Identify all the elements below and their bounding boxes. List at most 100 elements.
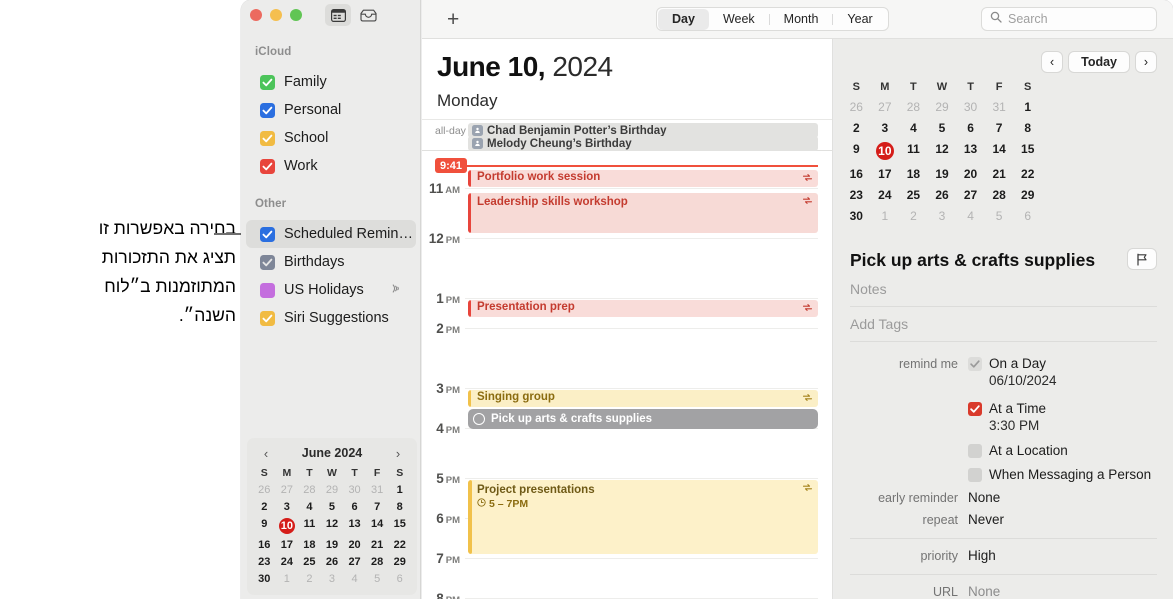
add-event-button[interactable]: + [447,8,459,32]
at-a-location-checkbox[interactable] [968,444,982,458]
calendar-day[interactable]: 6 [343,499,366,515]
search-field[interactable]: Search [981,7,1157,31]
calendar-day[interactable]: 8 [388,499,411,515]
calendar-day[interactable]: 12 [928,139,957,162]
calendar-day[interactable]: 11 [298,516,321,536]
tab-week[interactable]: Week [709,9,769,30]
calendar-day[interactable]: 3 [276,499,299,515]
calendar-day[interactable]: 4 [343,571,366,587]
calendar-day[interactable]: 13 [956,139,985,162]
calendar-day[interactable]: 28 [366,554,389,570]
at-a-time-value[interactable]: 3:30 PM [968,418,1046,433]
all-day-event[interactable]: Melody Cheung’s Birthday [468,136,818,151]
sidebar-item-birthdays[interactable]: Birthdays [246,248,416,276]
calendar-day[interactable]: 11 [899,139,928,162]
siri-suggestions-checkbox[interactable] [260,310,275,326]
sidebar-item-work[interactable]: Work [246,152,416,180]
on-a-day-checkbox[interactable] [968,357,982,371]
zoom-button[interactable] [290,9,302,21]
when-messaging-option[interactable]: When Messaging a Person [968,467,1151,482]
calendar-day[interactable]: 29 [321,482,344,498]
at-a-time-checkbox[interactable] [968,402,982,416]
calendar-day[interactable]: 28 [298,482,321,498]
us-holidays-checkbox[interactable] [260,282,275,298]
calendar-day[interactable]: 26 [928,185,957,204]
calendar-day[interactable]: 22 [1013,164,1042,183]
calendar-day[interactable]: 7 [985,118,1014,137]
calendar-day[interactable]: 16 [842,164,871,183]
calendar-day[interactable]: 6 [1013,206,1042,225]
event-leadership-skills-workshop[interactable]: Leadership skills workshop [468,193,818,233]
calendar-day[interactable]: 13 [343,516,366,536]
calendar-day-today[interactable]: 10 [276,516,299,536]
work-checkbox[interactable] [260,158,275,174]
calendar-day[interactable]: 29 [1013,185,1042,204]
calendar-day[interactable]: 4 [298,499,321,515]
calendar-day[interactable]: 7 [366,499,389,515]
notes-field[interactable]: Notes [850,271,1157,307]
mini-calendar-next-button[interactable]: › [391,446,405,461]
calendar-day[interactable]: 24 [276,554,299,570]
tab-year[interactable]: Year [833,9,886,30]
scheduled-reminders-checkbox[interactable] [260,226,275,242]
personal-checkbox[interactable] [260,102,275,118]
sidebar-item-siri-suggestions[interactable]: Siri Suggestions [246,304,416,332]
calendar-day[interactable]: 15 [1013,139,1042,162]
calendar-day[interactable]: 3 [928,206,957,225]
sidebar-item-scheduled-reminders[interactable]: Scheduled Remin… [246,220,416,248]
tab-month[interactable]: Month [770,9,833,30]
calendar-day[interactable]: 20 [343,537,366,553]
event-portfolio-work-session[interactable]: Portfolio work session [468,170,818,187]
url-value[interactable]: None [968,584,1000,599]
calendar-day[interactable]: 26 [253,482,276,498]
calendar-day[interactable]: 20 [956,164,985,183]
at-a-location-option[interactable]: At a Location [968,443,1068,458]
priority-value[interactable]: High [968,548,996,563]
calendar-day[interactable]: 1 [276,571,299,587]
calendar-day[interactable]: 12 [321,516,344,536]
calendar-day[interactable]: 29 [388,554,411,570]
calendar-day[interactable]: 29 [928,97,957,116]
family-checkbox[interactable] [260,74,275,90]
calendar-day[interactable]: 30 [253,571,276,587]
event-singing-group[interactable]: Singing group [468,390,818,407]
calendar-day[interactable]: 19 [928,164,957,183]
sidebar-item-personal[interactable]: Personal [246,96,416,124]
calendar-day[interactable]: 22 [388,537,411,553]
calendar-day[interactable]: 5 [928,118,957,137]
calendar-day[interactable]: 17 [276,537,299,553]
calendar-day[interactable]: 21 [985,164,1014,183]
repeat-value[interactable]: Never [968,512,1004,527]
calendar-day[interactable]: 18 [899,164,928,183]
calendar-day[interactable]: 2 [298,571,321,587]
reminder-pick-up-arts-crafts-supplies[interactable]: Pick up arts & crafts supplies [468,409,818,429]
close-button[interactable] [250,9,262,21]
calendar-day[interactable]: 1 [1013,97,1042,116]
calendar-day[interactable]: 27 [956,185,985,204]
calendar-day[interactable]: 27 [276,482,299,498]
sidebar-item-family[interactable]: Family [246,68,416,96]
calendar-day[interactable]: 9 [842,139,871,162]
calendar-day[interactable]: 14 [985,139,1014,162]
calendar-day[interactable]: 5 [321,499,344,515]
on-a-day-value[interactable]: 06/10/2024 [968,373,1057,388]
calendar-day[interactable]: 9 [253,516,276,536]
calendar-day[interactable]: 1 [871,206,900,225]
calendar-day[interactable]: 23 [253,554,276,570]
calendar-day[interactable]: 18 [298,537,321,553]
next-button[interactable]: › [1135,51,1157,73]
calendar-day[interactable]: 25 [298,554,321,570]
at-a-time-option[interactable]: At a Time [968,401,1046,416]
calendar-day[interactable]: 4 [899,118,928,137]
flag-icon[interactable] [1127,248,1157,270]
calendar-day[interactable]: 30 [956,97,985,116]
calendar-day[interactable]: 1 [388,482,411,498]
calendar-day[interactable]: 5 [366,571,389,587]
calendar-day[interactable]: 8 [1013,118,1042,137]
calendar-day[interactable]: 6 [956,118,985,137]
reminder-checkbox-circle[interactable] [473,413,485,425]
calendar-day[interactable]: 24 [871,185,900,204]
calendar-day[interactable]: 17 [871,164,900,183]
calendar-day[interactable]: 15 [388,516,411,536]
sidebar-item-school[interactable]: School [246,124,416,152]
